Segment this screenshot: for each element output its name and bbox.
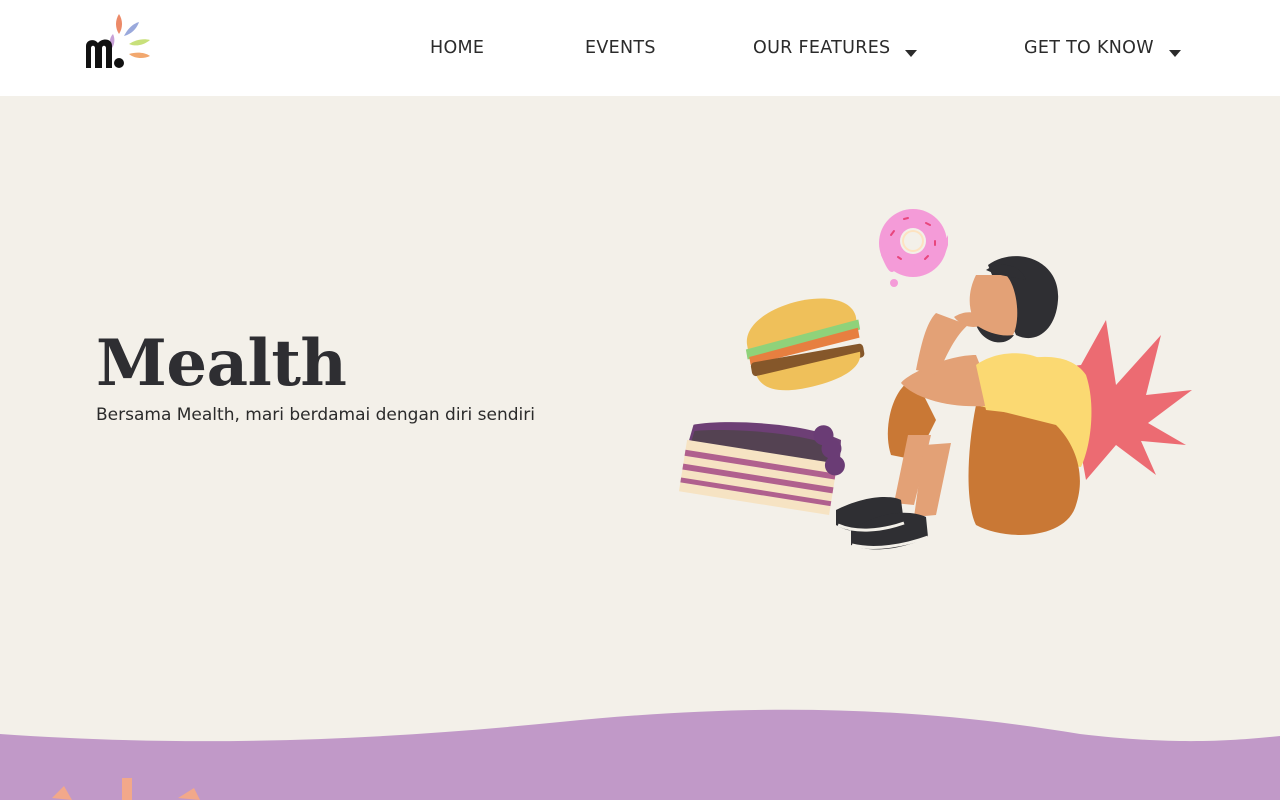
nav-get-to-know-label: GET TO KNOW — [1024, 38, 1154, 58]
cake-slice-icon — [678, 422, 845, 516]
caret-down-icon — [1168, 43, 1182, 57]
nav-home-link[interactable]: HOME — [430, 0, 484, 96]
person-figure — [836, 256, 1092, 550]
caret-down-icon — [904, 43, 918, 57]
nav-events-link[interactable]: EVENTS — [585, 0, 656, 96]
nav-get-to-know-dropdown[interactable]: GET TO KNOW — [1024, 0, 1182, 96]
nav-our-features-label: OUR FEATURES — [753, 38, 891, 58]
donut-icon — [879, 209, 948, 287]
footer-wave — [0, 700, 1280, 800]
burger-icon — [745, 298, 865, 391]
hero-title: Mealth — [96, 326, 347, 401]
hero-subtitle: Bersama Mealth, mari berdamai dengan dir… — [96, 405, 535, 425]
nav-home-label: HOME — [430, 38, 485, 58]
navbar: HOME EVENTS OUR FEATURES GET TO KNOW — [0, 0, 1280, 96]
nav-events-label: EVENTS — [585, 38, 656, 58]
nav-our-features-dropdown[interactable]: OUR FEATURES — [753, 0, 918, 96]
mealth-logo-icon[interactable] — [82, 12, 154, 70]
person-craving-food-illustration — [676, 205, 1196, 565]
